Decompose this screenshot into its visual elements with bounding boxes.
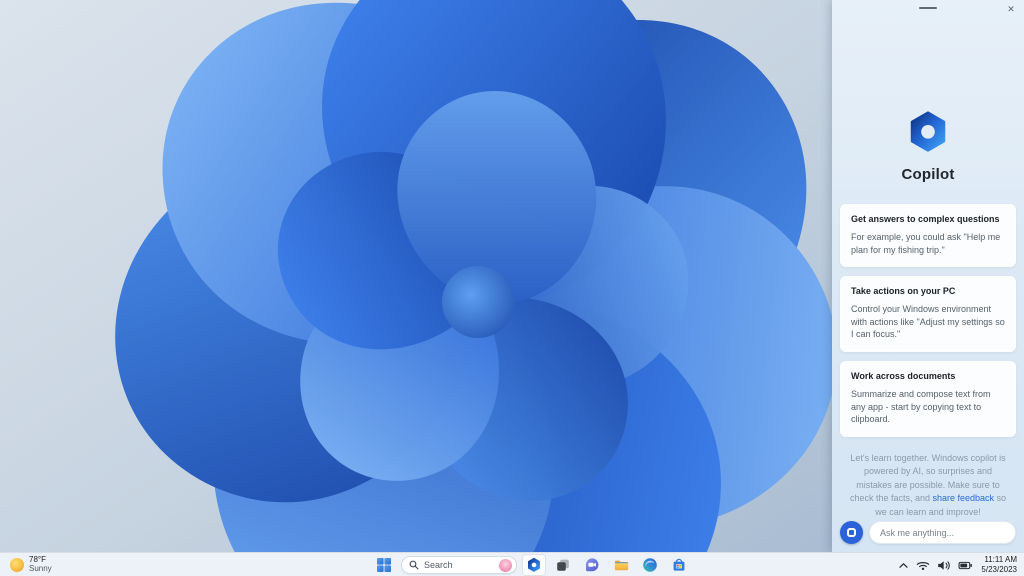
chevron-up-icon [899,562,909,568]
taskbar-store-button[interactable] [667,554,691,576]
weather-condition: Sunny [29,564,52,573]
suggestion-card-actions[interactable]: Take actions on your PC Control your Win… [840,276,1016,352]
tray-volume-button[interactable] [935,559,953,572]
tray-date: 5/23/2023 [981,565,1017,574]
chat-icon [586,558,599,572]
bloom-wallpaper [0,0,832,552]
volume-icon [938,560,951,570]
tray-network-button[interactable] [914,559,932,572]
taskbar-center: Search [372,553,691,576]
copilot-panel: ✕ Copilot Get answers to complex questio… [832,0,1024,552]
share-feedback-link[interactable]: share feedback [932,493,994,503]
battery-icon [958,561,973,569]
tray-battery-button[interactable] [956,559,975,572]
suggestion-cards: Get answers to complex questions For exa… [832,204,1024,437]
panel-title: Copilot [901,166,955,183]
card-title: Work across documents [851,370,956,381]
card-body: Control your Windows environment with ac… [851,304,1005,340]
store-icon [673,558,685,571]
task-view-icon [557,559,569,571]
search-label: Search [424,560,453,570]
ai-disclaimer: Let's learn together. Windows copilot is… [832,452,1024,520]
sun-icon [10,558,24,572]
chat-input-row [840,521,1016,544]
desktop-screen: ✕ Copilot Get answers to complex questio… [0,0,1024,576]
copilot-logo-icon [905,109,951,155]
tray-time: 11:11 AM [984,555,1017,564]
taskbar: 78°F Sunny Search 11:11 AM 5/23/2023 [0,552,1024,576]
system-tray: 11:11 AM 5/23/2023 [896,553,1021,576]
taskbar-edge-button[interactable] [638,554,662,576]
start-button[interactable] [372,554,396,576]
taskbar-file-explorer-button[interactable] [609,554,633,576]
file-explorer-icon [614,560,629,571]
copilot-icon [526,557,542,573]
close-icon[interactable]: ✕ [1003,2,1019,16]
windows-start-icon [377,558,391,572]
magnifier-icon [409,560,419,570]
edge-icon [643,558,657,572]
search-highlight-icon [499,558,512,572]
search-box[interactable]: Search [401,556,517,574]
copilot-branding: Copilot [832,0,1024,183]
tray-chevron-button[interactable] [896,560,911,571]
card-title: Get answers to complex questions [851,214,1000,224]
taskbar-chat-button[interactable] [580,554,604,576]
suggestion-card-questions[interactable]: Get answers to complex questions For exa… [840,204,1016,268]
minimize-handle-icon[interactable] [919,7,937,9]
card-body: Summarize and compose text from any app … [851,388,991,425]
card-title: Take actions on your PC [851,286,956,297]
weather-widget[interactable]: 78°F Sunny [5,553,57,576]
card-body: For example, you could ask "Help me plan… [851,232,1001,255]
taskbar-task-view-button[interactable] [551,554,575,576]
wifi-icon [917,561,930,570]
suggestion-card-documents[interactable]: Work across documents Summarize and comp… [840,360,1016,437]
taskbar-copilot-button[interactable] [522,554,546,576]
ask-me-anything-input[interactable] [869,521,1016,544]
copilot-badge-icon [840,521,863,544]
clock[interactable]: 11:11 AM 5/23/2023 [978,555,1021,575]
